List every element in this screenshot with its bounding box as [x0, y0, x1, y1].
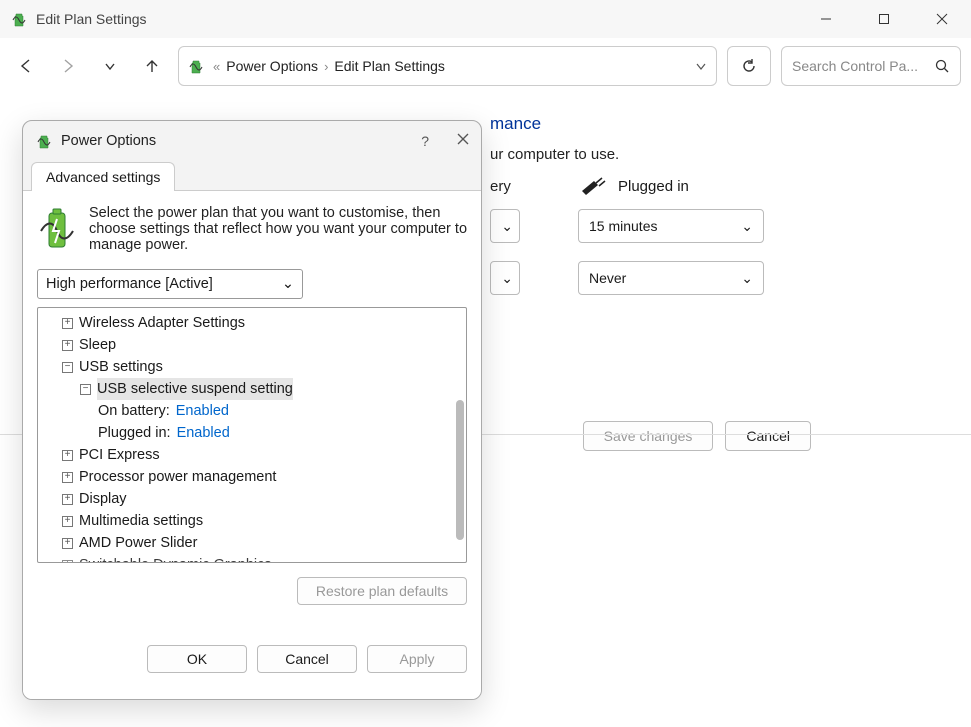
minimize-button[interactable] [797, 0, 855, 38]
desc-fragment: ur computer to use. [490, 146, 931, 163]
chevron-down-icon: ⌄ [282, 276, 294, 292]
display-plugged-dropdown[interactable]: Never ⌄ [578, 261, 764, 295]
up-button[interactable] [136, 50, 168, 82]
page-title: mance [490, 114, 931, 134]
display-battery-dropdown[interactable]: ⌄ [490, 261, 520, 295]
battery-icon [35, 132, 53, 150]
collapse-icon[interactable]: − [62, 362, 73, 373]
expand-icon[interactable]: + [62, 340, 73, 351]
tree-usb-on-battery[interactable]: On battery: Enabled [44, 400, 460, 422]
search-placeholder: Search Control Pa... [792, 58, 934, 74]
apply-button[interactable]: Apply [367, 645, 467, 673]
restore-defaults-button[interactable]: Restore plan defaults [297, 577, 467, 605]
tree-amd-power-slider[interactable]: + AMD Power Slider [44, 532, 460, 554]
maximize-button[interactable] [855, 0, 913, 38]
expand-icon[interactable]: + [62, 494, 73, 505]
tree-display[interactable]: + Display [44, 488, 460, 510]
window-titlebar: Edit Plan Settings [0, 0, 971, 38]
breadcrumb-edit-plan[interactable]: Edit Plan Settings [334, 58, 445, 74]
back-button[interactable] [10, 50, 42, 82]
chevron-right-icon: › [324, 59, 328, 74]
address-bar[interactable]: « Power Options › Edit Plan Settings [178, 46, 717, 86]
dropdown-value: Never [589, 270, 626, 286]
ok-button[interactable]: OK [147, 645, 247, 673]
dialog-titlebar[interactable]: Power Options ? [23, 121, 481, 161]
sleep-plugged-dropdown[interactable]: 15 minutes ⌄ [578, 209, 764, 243]
tree-usb-selective-suspend[interactable]: − USB selective suspend setting [44, 378, 460, 400]
tab-bar: Advanced settings [23, 161, 481, 191]
chevron-down-icon: ⌄ [501, 218, 513, 235]
chevron-down-icon: ⌄ [741, 270, 753, 287]
forward-button[interactable] [52, 50, 84, 82]
power-options-dialog: Power Options ? Advanced settings Select… [22, 120, 482, 700]
on-battery-value[interactable]: Enabled [176, 400, 229, 422]
chevron-down-icon: ⌄ [501, 270, 513, 287]
expand-icon[interactable]: + [62, 450, 73, 461]
dropdown-value: 15 minutes [589, 218, 657, 234]
expand-icon[interactable]: + [62, 472, 73, 483]
plug-icon [580, 177, 608, 195]
dialog-title: Power Options [61, 133, 156, 149]
tree-multimedia[interactable]: + Multimedia settings [44, 510, 460, 532]
chevron-down-icon: ⌄ [741, 218, 753, 235]
recent-dropdown-button[interactable] [94, 50, 126, 82]
dialog-cancel-button[interactable]: Cancel [257, 645, 357, 673]
nav-toolbar: « Power Options › Edit Plan Settings Sea… [0, 38, 971, 94]
battery-icon [10, 10, 28, 28]
breadcrumb-power-options[interactable]: Power Options [226, 58, 318, 74]
tab-advanced-settings[interactable]: Advanced settings [31, 162, 175, 191]
expand-icon[interactable]: + [62, 560, 73, 564]
help-button[interactable]: ? [421, 133, 429, 149]
plugged-in-value[interactable]: Enabled [177, 422, 230, 444]
chevron-double-left-icon[interactable]: « [213, 59, 220, 74]
close-button[interactable] [913, 0, 971, 38]
on-battery-label-fragment: ery [490, 178, 550, 195]
dialog-intro-text: Select the power plan that you want to c… [89, 205, 467, 253]
collapse-icon[interactable]: − [80, 384, 91, 395]
dialog-close-button[interactable] [457, 133, 469, 149]
battery-large-icon [37, 205, 77, 253]
battery-icon [187, 57, 205, 75]
tree-pci-express[interactable]: + PCI Express [44, 444, 460, 466]
tree-usb-settings[interactable]: − USB settings [44, 356, 460, 378]
save-changes-button[interactable]: Save changes [583, 421, 714, 451]
expand-icon[interactable]: + [62, 538, 73, 549]
tree-sleep[interactable]: + Sleep [44, 334, 460, 356]
refresh-button[interactable] [727, 46, 771, 86]
tree-scrollbar[interactable] [456, 400, 464, 540]
window-title: Edit Plan Settings [36, 11, 147, 27]
tree-switchable-graphics[interactable]: + Switchable Dynamic Graphics [44, 554, 460, 563]
tree-usb-plugged-in[interactable]: Plugged in: Enabled [44, 422, 460, 444]
sleep-battery-dropdown[interactable]: ⌄ [490, 209, 520, 243]
tree-wireless[interactable]: + Wireless Adapter Settings [44, 312, 460, 334]
plugged-in-label: Plugged in [618, 178, 689, 195]
tree-processor-power[interactable]: + Processor power management [44, 466, 460, 488]
expand-icon[interactable]: + [62, 318, 73, 329]
settings-tree[interactable]: + Wireless Adapter Settings + Sleep − US… [37, 307, 467, 563]
address-dropdown-button[interactable] [694, 59, 708, 73]
power-plan-select[interactable]: High performance [Active] ⌄ [37, 269, 303, 299]
search-input[interactable]: Search Control Pa... [781, 46, 961, 86]
expand-icon[interactable]: + [62, 516, 73, 527]
cancel-button[interactable]: Cancel [725, 421, 811, 451]
plan-select-value: High performance [Active] [46, 276, 213, 292]
search-icon [934, 58, 950, 74]
